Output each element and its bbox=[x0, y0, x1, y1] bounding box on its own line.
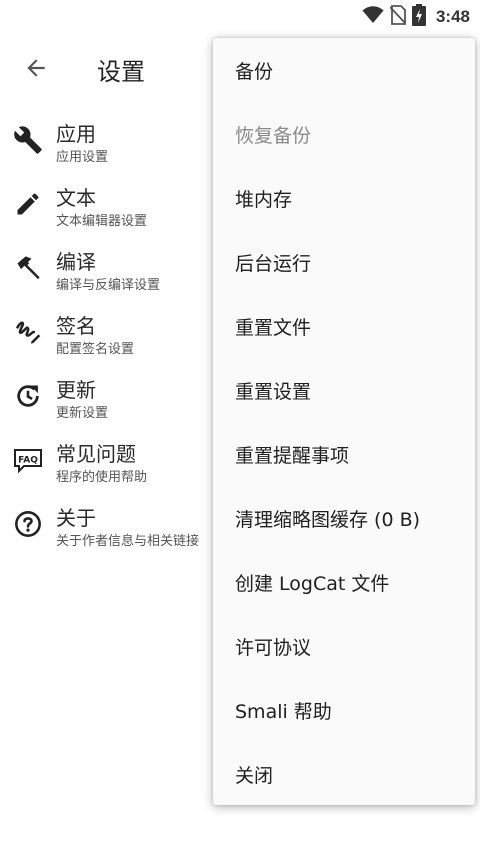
overflow-menu: 备份 恢复备份 堆内存 后台运行 重置文件 重置设置 重置提醒事项 清理缩略图缓… bbox=[213, 38, 475, 805]
menu-item-smali-help[interactable]: Smali 帮助 bbox=[213, 678, 475, 742]
settings-item-title: 签名 bbox=[56, 314, 96, 338]
settings-item-title: 常见问题 bbox=[56, 442, 136, 466]
back-button[interactable] bbox=[20, 54, 52, 86]
menu-item-run-in-background[interactable]: 后台运行 bbox=[213, 230, 475, 294]
settings-item-title: 应用 bbox=[56, 122, 96, 146]
menu-item-reset-files[interactable]: 重置文件 bbox=[213, 294, 475, 358]
hammer-icon bbox=[12, 252, 44, 284]
menu-item-license[interactable]: 许可协议 bbox=[213, 614, 475, 678]
settings-item-subtitle: 程序的使用帮助 bbox=[56, 470, 148, 485]
menu-item-backup[interactable]: 备份 bbox=[213, 38, 475, 102]
menu-item-clear-thumbnail-cache[interactable]: 清理缩略图缓存 (0 B) bbox=[213, 486, 475, 550]
menu-item-close[interactable]: 关闭 bbox=[213, 742, 475, 806]
settings-item-subtitle: 编译与反编译设置 bbox=[56, 278, 161, 293]
menu-item-reset-settings[interactable]: 重置设置 bbox=[213, 358, 475, 422]
menu-item-create-logcat[interactable]: 创建 LogCat 文件 bbox=[213, 550, 475, 614]
no-sim-icon bbox=[389, 5, 407, 29]
settings-screen: 3:48 设置 应用 应用设置 文本 文本编辑器设置 编译 编译与反编译设置 签… bbox=[0, 0, 480, 853]
battery-charging-icon bbox=[411, 4, 426, 30]
status-time: 3:48 bbox=[435, 7, 470, 26]
pencil-icon bbox=[12, 188, 44, 220]
settings-item-subtitle: 关于作者信息与相关链接 bbox=[56, 534, 200, 549]
menu-item-reset-reminders[interactable]: 重置提醒事项 bbox=[213, 422, 475, 486]
status-icons: 3:48 bbox=[362, 4, 470, 30]
signature-icon bbox=[12, 316, 44, 348]
wifi-icon bbox=[362, 6, 384, 28]
svg-text:FAQ: FAQ bbox=[18, 456, 38, 466]
help-circle-icon bbox=[12, 508, 44, 540]
settings-item-title: 文本 bbox=[56, 186, 96, 210]
settings-item-title: 编译 bbox=[56, 250, 96, 274]
settings-item-subtitle: 配置签名设置 bbox=[56, 342, 135, 357]
settings-item-subtitle: 文本编辑器设置 bbox=[56, 214, 148, 229]
settings-item-title: 更新 bbox=[56, 378, 96, 402]
arrow-back-icon bbox=[23, 55, 49, 85]
settings-item-title: 关于 bbox=[56, 506, 96, 530]
settings-item-subtitle: 更新设置 bbox=[56, 406, 109, 421]
faq-icon: FAQ bbox=[12, 444, 44, 476]
page-title: 设置 bbox=[97, 58, 145, 86]
settings-item-subtitle: 应用设置 bbox=[56, 150, 109, 165]
menu-item-heap-memory[interactable]: 堆内存 bbox=[213, 166, 475, 230]
wrench-icon bbox=[12, 124, 44, 156]
status-bar: 3:48 bbox=[0, 0, 480, 34]
menu-item-restore-backup: 恢复备份 bbox=[235, 124, 312, 147]
update-icon bbox=[12, 380, 44, 412]
